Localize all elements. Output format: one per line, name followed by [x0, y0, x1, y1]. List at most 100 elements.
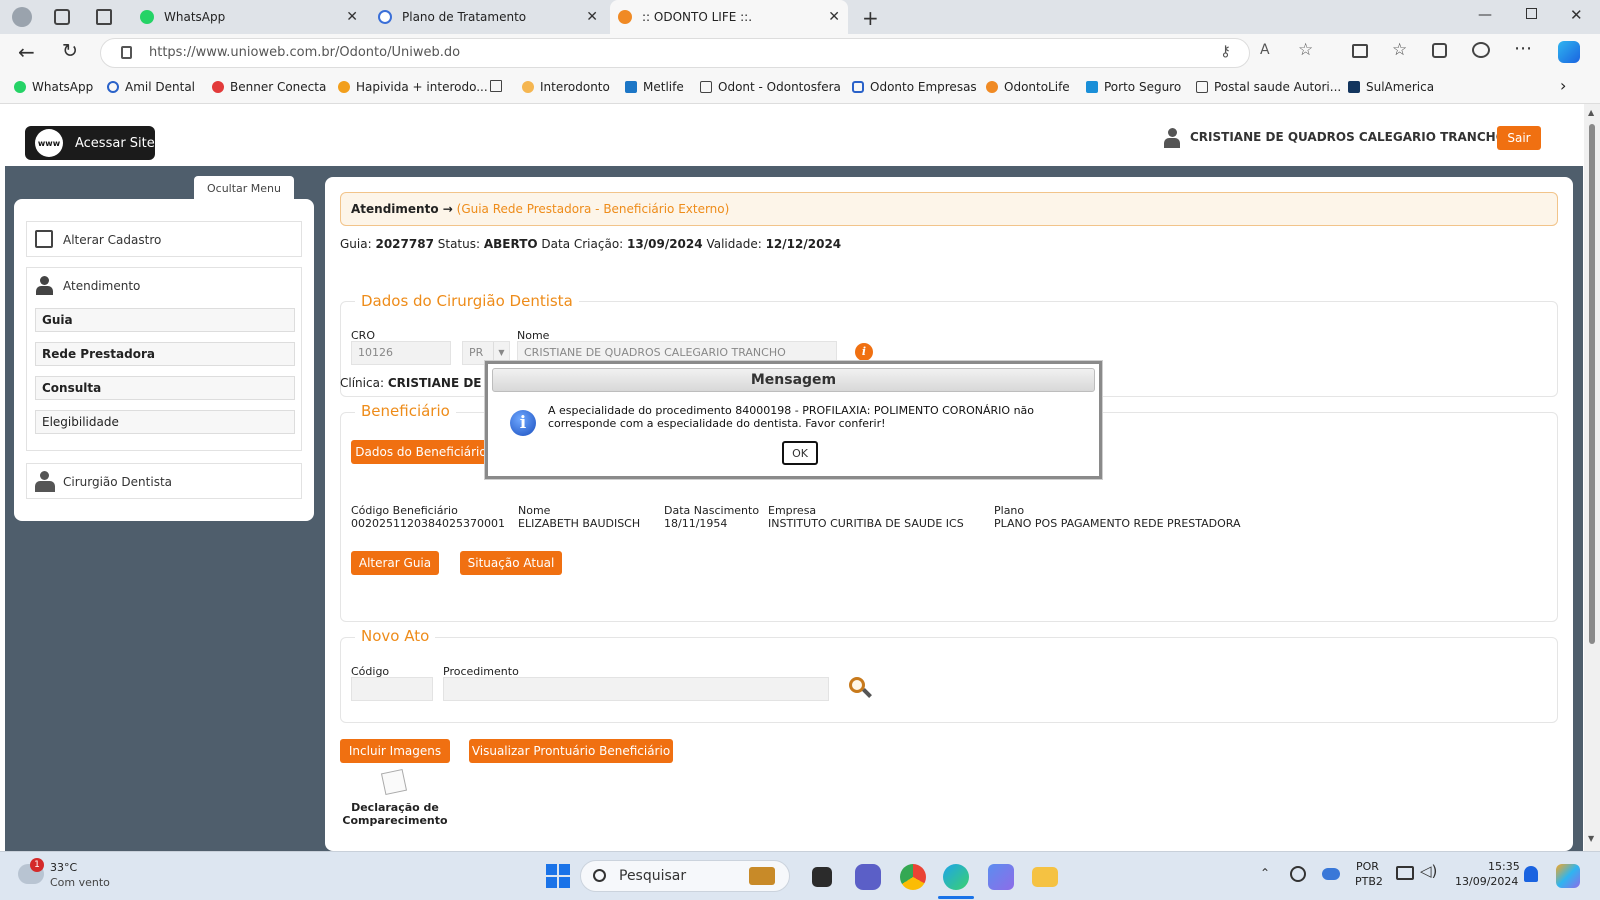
collections-icon[interactable]: [1432, 43, 1447, 58]
sidebar-subitem-rede-prestadora[interactable]: Rede Prestadora: [35, 342, 295, 366]
new-tab-icon[interactable]: +: [862, 6, 879, 30]
acessar-site-button[interactable]: www Acessar Site: [25, 126, 155, 160]
info-icon[interactable]: i: [855, 343, 873, 361]
network-icon[interactable]: [1396, 866, 1414, 880]
bookmark-interodonto[interactable]: Interodonto: [522, 80, 610, 94]
split-screen-icon[interactable]: [1352, 44, 1368, 58]
info-icon: i: [510, 410, 536, 436]
search-placeholder: Pesquisar: [619, 868, 687, 884]
prontuario-button[interactable]: Visualizar Prontuário Beneficiário: [469, 739, 673, 763]
bookmark-odonto-empresas[interactable]: Odonto Empresas: [852, 80, 977, 94]
cro-input[interactable]: 10126: [351, 341, 451, 365]
close-icon[interactable]: ✕: [346, 9, 358, 25]
bookmark-hapivida[interactable]: Hapivida + interodo...: [338, 80, 488, 94]
weather-text: Com vento: [50, 876, 110, 889]
sidebar-item-alterar-cadastro[interactable]: Alterar Cadastro: [26, 221, 302, 257]
chevron-right-icon[interactable]: ›: [1560, 76, 1566, 95]
dados-beneficiario-button[interactable]: Dados do Beneficiário: [351, 440, 491, 464]
key-icon[interactable]: ⚷: [1220, 42, 1231, 60]
extensions-icon[interactable]: [1472, 42, 1490, 58]
favorite-star-icon[interactable]: ☆: [1298, 40, 1313, 60]
taskbar-search[interactable]: Pesquisar: [580, 860, 790, 892]
tab-odontolife[interactable]: :: ODONTO LIFE ::. ✕: [610, 0, 848, 34]
sidebar-subitem-elegibilidade[interactable]: Elegibilidade: [35, 410, 295, 434]
sync-icon[interactable]: [1290, 866, 1306, 882]
hide-menu-tab[interactable]: Ocultar Menu: [194, 176, 294, 200]
scroll-up-icon[interactable]: ▲: [1588, 108, 1594, 117]
bookmark-odontosfera[interactable]: Odont - Odontosfera: [700, 80, 841, 94]
tab-actions-icon[interactable]: [96, 9, 112, 25]
refresh-icon[interactable]: ↻: [62, 40, 78, 62]
guia-info: Guia: 2027787 Status: ABERTO Data Criaçã…: [340, 237, 841, 251]
minimize-icon[interactable]: —: [1478, 7, 1492, 23]
sidebar-item-label[interactable]: Atendimento: [63, 279, 140, 293]
alterar-guia-button[interactable]: Alterar Guia: [351, 551, 439, 575]
file-explorer-icon[interactable]: [1032, 867, 1058, 887]
favorites-icon[interactable]: ☆: [1392, 40, 1407, 60]
tab-label: Plano de Tratamento: [402, 10, 527, 24]
sidebar-item-cirurgiao-dentista[interactable]: Cirurgião Dentista: [26, 463, 302, 499]
keyboard-layout[interactable]: PTB2: [1355, 875, 1383, 888]
restore-icon[interactable]: [1526, 8, 1537, 19]
language[interactable]: POR: [1356, 860, 1379, 873]
sidebar-subitem-guia[interactable]: Guia: [35, 308, 295, 332]
edge-icon[interactable]: [943, 864, 969, 890]
bookmark-page[interactable]: [490, 80, 508, 92]
page-scrollbar[interactable]: ▲ ▼: [1584, 104, 1600, 851]
workspaces-icon[interactable]: [54, 9, 70, 25]
more-icon[interactable]: ⋯: [1514, 38, 1532, 59]
scroll-down-icon[interactable]: ▼: [1588, 834, 1594, 843]
bookmark-porto[interactable]: Porto Seguro: [1086, 80, 1181, 94]
incluir-imagens-button[interactable]: Incluir Imagens: [340, 739, 450, 763]
scroll-thumb[interactable]: [1589, 124, 1595, 644]
clinic-name: CRISTIANE DE: [387, 376, 482, 390]
close-icon[interactable]: ✕: [586, 9, 598, 25]
clock-time[interactable]: 15:35: [1488, 860, 1520, 873]
odontolife-icon: [986, 81, 998, 93]
chevron-up-icon[interactable]: ⌃: [1260, 866, 1270, 880]
tab-plano[interactable]: Plano de Tratamento ✕: [370, 0, 606, 34]
copilot-icon[interactable]: [1558, 41, 1580, 63]
task-view-icon[interactable]: [812, 867, 832, 887]
read-aloud-icon[interactable]: A: [1260, 42, 1270, 58]
bell-icon[interactable]: [1524, 866, 1538, 882]
dentist-icon: [35, 471, 55, 493]
bookmark-sulamerica[interactable]: SulAmerica: [1348, 80, 1434, 94]
document-icon[interactable]: [380, 768, 408, 796]
codigo-input[interactable]: [351, 677, 433, 701]
copilot-tray-icon[interactable]: [1556, 864, 1580, 888]
start-icon[interactable]: [546, 864, 570, 888]
tab-whatsapp[interactable]: WhatsApp ✕: [132, 0, 366, 34]
bookmark-label: Benner Conecta: [230, 80, 327, 94]
teams-icon[interactable]: [855, 864, 881, 890]
sidebar-subitem-consulta[interactable]: Consulta: [35, 376, 295, 400]
situacao-atual-button[interactable]: Situação Atual: [460, 551, 562, 575]
bookmark-odontolife[interactable]: OdontoLife: [986, 80, 1070, 94]
close-window-icon[interactable]: ✕: [1570, 6, 1583, 24]
validity-label: Validade:: [706, 237, 762, 251]
url-input[interactable]: https://www.unioweb.com.br/Odonto/Uniweb…: [100, 38, 1250, 68]
clock-date[interactable]: 13/09/2024: [1455, 875, 1518, 888]
bookmark-postal[interactable]: Postal saude Autori...: [1196, 80, 1341, 94]
dialog-line1: A especialidade do procedimento 84000198…: [548, 404, 1035, 417]
zoom-search-icon[interactable]: [849, 677, 873, 701]
clinic-label: Clínica:: [340, 376, 384, 390]
novo-ato-legend: Novo Ato: [355, 627, 436, 645]
ok-button[interactable]: OK: [782, 441, 818, 465]
chrome-icon[interactable]: [900, 864, 926, 890]
procedimento-input[interactable]: [443, 677, 829, 701]
bookmark-whatsapp[interactable]: WhatsApp: [14, 80, 93, 94]
sulamerica-icon: [1348, 81, 1360, 93]
profile-icon[interactable]: [12, 7, 32, 27]
back-icon[interactable]: ←: [18, 40, 35, 64]
volume-icon[interactable]: ◁): [1420, 862, 1437, 880]
copilot-app-icon[interactable]: [988, 864, 1014, 890]
logout-button[interactable]: Sair: [1497, 126, 1541, 150]
onedrive-icon[interactable]: [1322, 868, 1340, 880]
nascimento-value: 18/11/1954: [664, 517, 728, 530]
bookmark-metlife[interactable]: Metlife: [625, 80, 684, 94]
bookmark-amil[interactable]: Amil Dental: [107, 80, 195, 94]
close-icon[interactable]: ✕: [828, 9, 840, 25]
bookmark-benner[interactable]: Benner Conecta: [212, 80, 326, 94]
declaracao-link[interactable]: Declaração de Comparecimento: [340, 801, 450, 827]
